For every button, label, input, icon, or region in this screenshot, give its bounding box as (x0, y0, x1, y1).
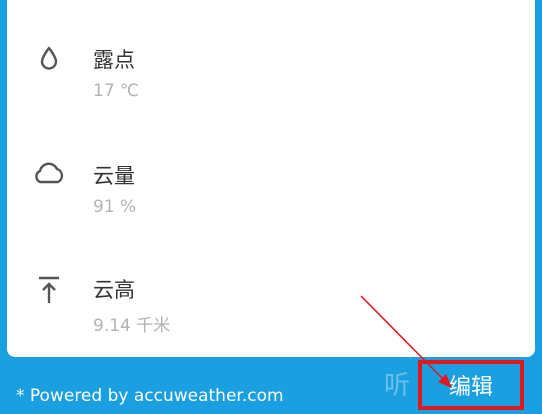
detail-value: 17 ℃ (93, 81, 140, 101)
cloud-ceiling-icon (31, 272, 67, 308)
watermark-logo: 听 (384, 371, 411, 401)
detail-row-cloud-ceiling: 云高 9.14 千米 (7, 250, 535, 336)
detail-row-dew-point: 露点 17 ℃ (7, 20, 535, 101)
dew-drop-icon (31, 40, 67, 76)
detail-label: 云量 (93, 164, 135, 188)
detail-value: 9.14 千米 (93, 316, 171, 336)
edit-button-label: 编辑 (448, 375, 493, 400)
powered-by-link[interactable]: * Powered by accuweather.com (16, 386, 284, 406)
detail-label: 露点 (93, 48, 135, 72)
weather-details-card: 露点 17 ℃ 云量 91 % 云高 9.14 千米 (7, 0, 535, 357)
detail-value: 91 % (93, 197, 137, 217)
cloud-icon (31, 156, 67, 192)
detail-row-cloud-cover: 云量 91 % (7, 136, 535, 217)
edit-button[interactable]: 编辑 (418, 360, 524, 410)
detail-label: 云高 (93, 278, 135, 302)
